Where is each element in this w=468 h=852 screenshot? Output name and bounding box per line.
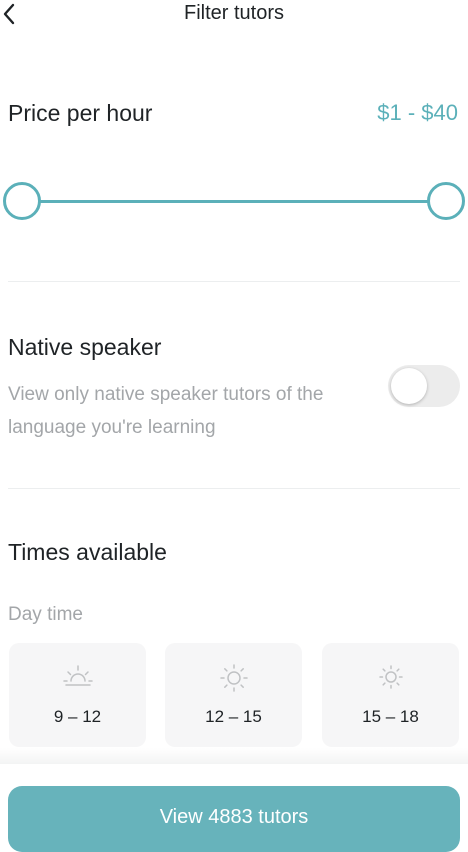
sunrise-icon — [62, 663, 94, 694]
time-slot-15-18[interactable]: 15 – 18 — [322, 643, 459, 747]
time-slot-label: 15 – 18 — [362, 707, 419, 726]
slider-min-handle[interactable] — [3, 182, 41, 220]
sun-icon — [219, 663, 249, 698]
divider — [8, 281, 460, 282]
view-tutors-label: View 4883 tutors — [159, 806, 309, 828]
slider-track — [22, 200, 446, 203]
page-title: Filter tutors — [183, 2, 285, 24]
bottom-fade — [0, 748, 468, 764]
native-speaker-title: Native speaker — [8, 334, 162, 360]
view-tutors-button[interactable]: View 4883 tutors — [8, 786, 460, 852]
time-slot-label: 9 – 12 — [53, 707, 102, 726]
time-slot-label: 12 – 15 — [205, 707, 262, 726]
divider — [8, 488, 460, 489]
time-slot-9-12[interactable]: 9 – 12 — [9, 643, 146, 747]
day-time-label: Day time — [8, 604, 83, 625]
price-range-slider[interactable] — [3, 182, 465, 220]
native-speaker-toggle[interactable] — [388, 365, 460, 407]
native-speaker-description: View only native speaker tutors of the l… — [8, 384, 324, 438]
header: Filter tutors — [0, 0, 468, 30]
times-available-title: Times available — [8, 539, 167, 565]
price-range-value: $1 - $40 — [377, 100, 458, 125]
time-slot-12-15[interactable]: 12 – 15 — [165, 643, 302, 747]
toggle-knob — [391, 368, 427, 404]
sun-small-icon — [377, 663, 405, 696]
price-per-hour-label: Price per hour — [8, 100, 153, 126]
slider-max-handle[interactable] — [427, 182, 465, 220]
